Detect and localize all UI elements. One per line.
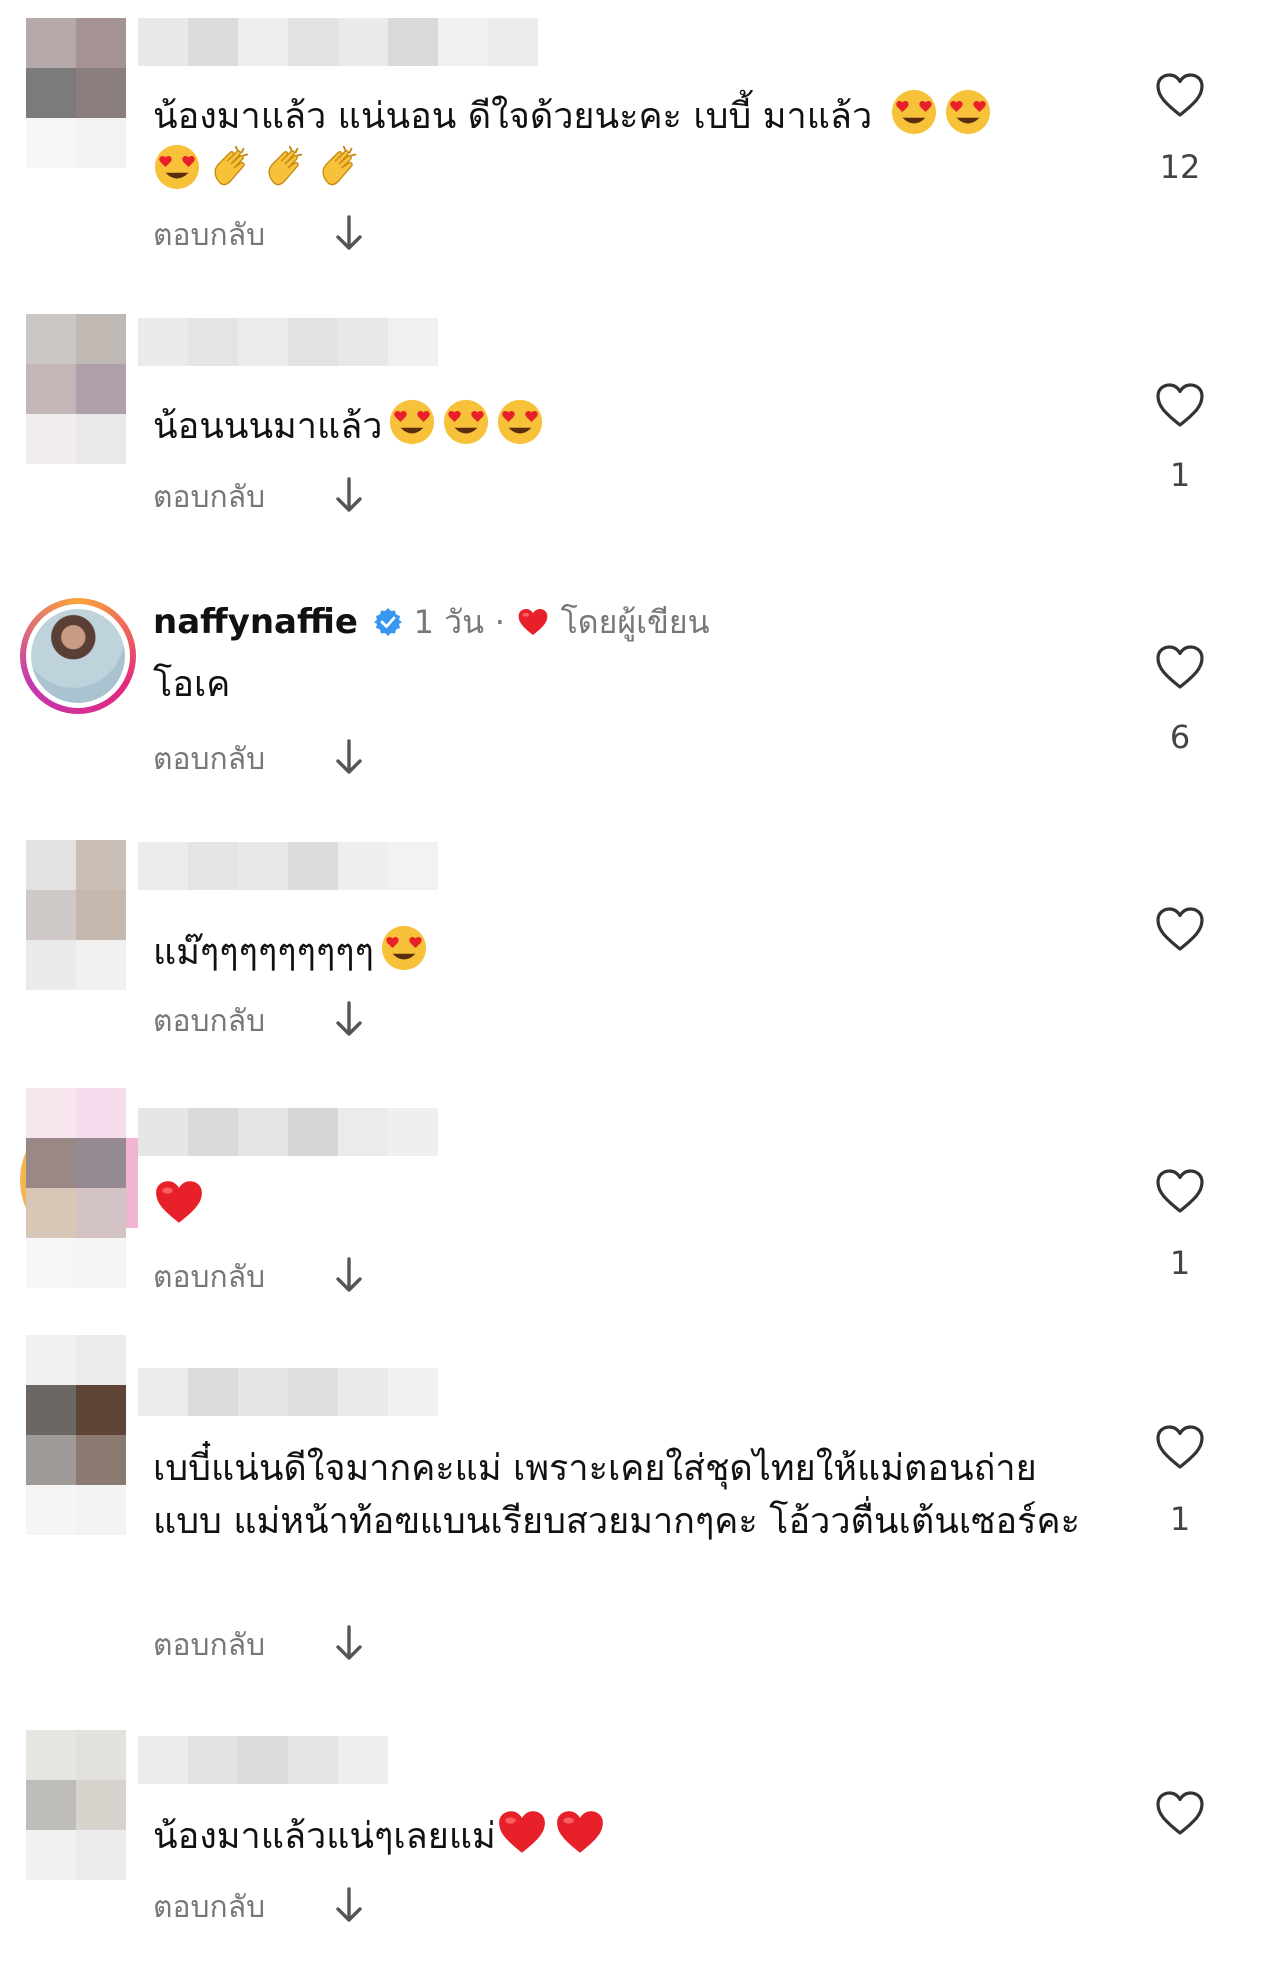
username-blurred[interactable] [138,18,538,66]
clap-icon [261,143,309,191]
comment-body: แม๊ๆๆๆๆๆๆๆๆๆ [153,932,374,973]
like-count: 6 [1169,718,1191,756]
comment-text: แม๊ๆๆๆๆๆๆๆๆๆ [153,924,1113,979]
heart-icon[interactable] [1155,644,1205,690]
username-blurred[interactable] [138,1108,438,1156]
like-count: 12 [1159,148,1201,186]
arrow-down-icon[interactable] [334,1000,364,1038]
reply-button[interactable]: ตอบกลับ [153,736,265,783]
comment-body: น้อนนนมาแล้ว [153,406,383,447]
heart-icon[interactable] [1155,1424,1205,1470]
reply-button[interactable]: ตอบกลับ [153,1622,265,1669]
red-heart-icon [496,1808,548,1856]
heart-eyes-icon [496,398,544,446]
username-blurred[interactable] [138,1736,388,1784]
avatar[interactable] [26,840,126,990]
arrow-down-icon[interactable] [334,738,364,776]
arrow-down-icon[interactable] [334,476,364,514]
comment-text: เบบี๋แน่นดีใจมากคะแม่ เพราะเคยใส่ชุดไทยใ… [153,1442,1103,1548]
like-count: 1 [1169,1500,1191,1538]
reply-button[interactable]: ตอบกลับ [153,998,265,1045]
heart-eyes-icon [442,398,490,446]
heart-icon[interactable] [1155,72,1205,118]
avatar-edge [126,1138,138,1228]
red-heart-icon [516,607,550,637]
comment-text [153,1178,1113,1233]
clap-icon [207,143,255,191]
avatar[interactable] [26,18,126,168]
arrow-down-icon[interactable] [334,214,364,252]
red-heart-icon [153,1178,205,1226]
heart-eyes-icon [890,88,938,136]
username[interactable]: naffynaffie [153,602,358,642]
red-heart-icon [554,1808,606,1856]
heart-eyes-icon [388,398,436,446]
separator: · [494,603,505,641]
profile-photo [31,609,125,703]
avatar[interactable] [26,1730,126,1880]
comment-body: โอเค [153,664,231,705]
arrow-down-icon[interactable] [334,1886,364,1924]
avatar[interactable] [26,1335,126,1535]
timestamp: 1 วัน [413,603,484,641]
reply-button[interactable]: ตอบกลับ [153,474,265,521]
comment-text: โอเค [153,658,1113,711]
heart-eyes-icon [944,88,992,136]
clap-icon [315,143,363,191]
comment-text: น้องมาแล้ว แน่นอน ดีใจด้วยนะคะ เบบี้ มาแ… [153,88,1113,198]
avatar-ring-inner [26,604,130,708]
verified-badge-icon [373,607,403,637]
heart-icon[interactable] [1155,1790,1205,1836]
liked-by-author-label: โดยผู้เขียน [560,603,710,641]
reply-button[interactable]: ตอบกลับ [153,1884,265,1931]
heart-eyes-icon [153,143,201,191]
heart-icon[interactable] [1155,382,1205,428]
heart-icon[interactable] [1155,1168,1205,1214]
username-blurred[interactable] [138,1368,438,1416]
avatar[interactable] [26,314,126,464]
reply-button[interactable]: ตอบกลับ [153,212,265,259]
comment-header: naffynaffie 1 วัน · โดยผู้เขียน [153,596,1113,649]
comment-body: น้องมาแล้วแน่ๆเลยแม่ [153,1816,496,1857]
comment-text: น้องมาแล้วแน่ๆเลยแม่ [153,1808,1113,1863]
arrow-down-icon[interactable] [334,1256,364,1294]
like-count: 1 [1169,456,1191,494]
avatar[interactable] [26,1088,126,1288]
story-ring-avatar[interactable] [20,598,136,714]
comment-body: น้องมาแล้ว แน่นอน ดีใจด้วยนะคะ เบบี้ มาแ… [153,96,873,137]
reply-button[interactable]: ตอบกลับ [153,1254,265,1301]
like-count: 1 [1169,1244,1191,1282]
heart-icon[interactable] [1155,906,1205,952]
username-blurred[interactable] [138,318,438,366]
comment-body: เบบี๋แน่นดีใจมากคะแม่ เพราะเคยใส่ชุดไทยใ… [153,1448,1080,1542]
arrow-down-icon[interactable] [334,1624,364,1662]
comment-text: น้อนนนมาแล้ว [153,398,1113,453]
username-blurred[interactable] [138,842,438,890]
heart-eyes-icon [380,924,428,972]
